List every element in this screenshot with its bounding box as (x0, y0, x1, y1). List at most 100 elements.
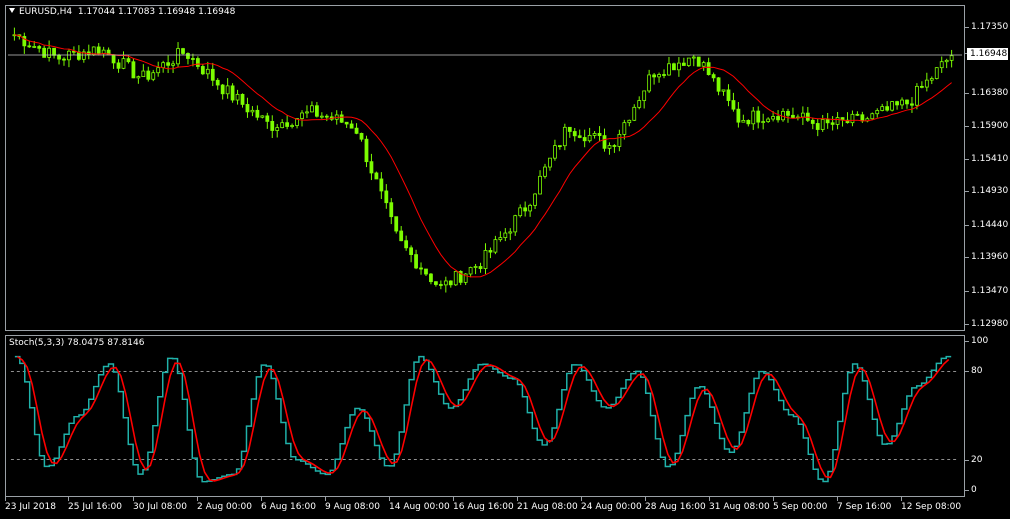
time-axis-label: 2 Aug 00:00 (197, 502, 252, 512)
stochastic-chart[interactable] (6, 336, 964, 496)
stochastic-axis-label: 80 (971, 365, 983, 376)
candle-body (166, 62, 171, 66)
candle-body (657, 74, 661, 78)
candle-body (825, 119, 830, 124)
candle-body (597, 133, 602, 137)
candle-body (42, 47, 47, 58)
candle-body (820, 119, 825, 130)
candle-body (32, 46, 37, 48)
candle-body (220, 84, 225, 95)
candle-body (126, 58, 131, 63)
time-axis-label: 23 Jul 2018 (5, 502, 56, 512)
candle-body (67, 50, 71, 61)
candle-body (448, 280, 453, 286)
candle-body (949, 55, 954, 61)
stochastic-main-line (14, 355, 952, 483)
candle-body (776, 116, 780, 121)
candle-body (478, 266, 483, 269)
candle-body (577, 135, 582, 138)
candle-body (250, 109, 255, 113)
candle-body (905, 99, 909, 105)
price-axis-label: 1.13470 (971, 285, 1009, 296)
candle-body (736, 108, 741, 123)
candle-body (429, 273, 433, 283)
price-chart-pane[interactable] (5, 5, 965, 331)
candle-body (691, 56, 696, 59)
dropdown-triangle-icon[interactable] (9, 8, 15, 13)
candle-body (141, 70, 146, 78)
stochastic-axis-tick (965, 370, 969, 372)
time-axis-tick (517, 497, 518, 501)
candle-body (924, 79, 929, 88)
candle-body (672, 63, 676, 71)
candle-body (324, 115, 329, 118)
candle-body (503, 232, 508, 238)
candle-body (300, 112, 304, 119)
candle-body (62, 58, 66, 61)
candle-body (508, 231, 513, 234)
time-axis-label: 14 Aug 00:00 (389, 502, 450, 512)
candle-body (786, 110, 790, 116)
candle-body (602, 135, 607, 149)
candle-body (111, 54, 116, 64)
time-axis-tick (645, 497, 646, 501)
candle-body (374, 172, 379, 180)
candle-body (612, 145, 617, 147)
candle-body (910, 103, 914, 106)
candle-body (553, 145, 557, 159)
current-price-tag: 1.16948 (967, 48, 1008, 61)
time-axis[interactable]: 23 Jul 2018 25 Jul 16:00 30 Jul 08:00 2 Aug… (0, 497, 1010, 519)
candle-body (319, 115, 324, 118)
candle-body (706, 62, 711, 76)
candle-body (791, 114, 795, 119)
moving-average-line (14, 34, 952, 278)
price-axis-label: 1.13960 (971, 252, 1009, 263)
candle-body (394, 216, 399, 232)
time-axis-tick (5, 497, 6, 501)
candle-body (215, 79, 220, 86)
candle-body (136, 76, 141, 79)
candle-body (632, 106, 637, 121)
candle-body (315, 105, 319, 117)
time-axis-tick (581, 497, 582, 501)
price-chart[interactable] (6, 6, 964, 330)
candle-body (761, 121, 766, 123)
price-axis-label: 1.15900 (971, 120, 1009, 131)
candle-body (756, 110, 761, 123)
candle-body (647, 74, 652, 92)
candle-body (186, 53, 190, 59)
candle-body (895, 101, 899, 106)
candle-body (419, 267, 423, 270)
candle-body (562, 126, 567, 147)
candle-body (875, 110, 880, 115)
candle-body (349, 123, 354, 129)
time-axis-label: 25 Jul 16:00 (68, 502, 122, 512)
candle-body (344, 121, 349, 125)
candle-body (572, 131, 577, 137)
stochastic-pane[interactable] (5, 335, 965, 497)
candle-body (245, 104, 250, 113)
candle-body (161, 62, 166, 69)
time-axis-label: 7 Sep 16:00 (837, 502, 892, 512)
candle-body (676, 62, 681, 71)
candle-body (543, 166, 547, 177)
stochastic-axis-label: 20 (971, 455, 983, 466)
candle-body (47, 47, 52, 58)
chart-title: EURUSD,H4 1.17044 1.17083 1.16948 1.1694… (9, 7, 235, 17)
candle-body (528, 204, 533, 212)
symbol-timeframe: EURUSD,H4 (19, 7, 73, 17)
candle-body (855, 113, 860, 116)
candle-body (771, 116, 775, 120)
stochastic-axis-label: 100 (971, 336, 989, 346)
candle-body (285, 122, 290, 127)
price-axis-tick (965, 191, 969, 193)
stochastic-axis[interactable]: 100 80 20 0 (965, 335, 1010, 497)
candle-body (57, 54, 61, 60)
candle-body (533, 193, 537, 206)
time-axis-tick (453, 497, 454, 501)
candle-body (265, 115, 270, 122)
candle-body (567, 126, 572, 132)
time-axis-label: 6 Aug 16:00 (261, 502, 316, 512)
stochastic-axis-label: 0 (971, 485, 977, 495)
candle-body (885, 106, 890, 111)
